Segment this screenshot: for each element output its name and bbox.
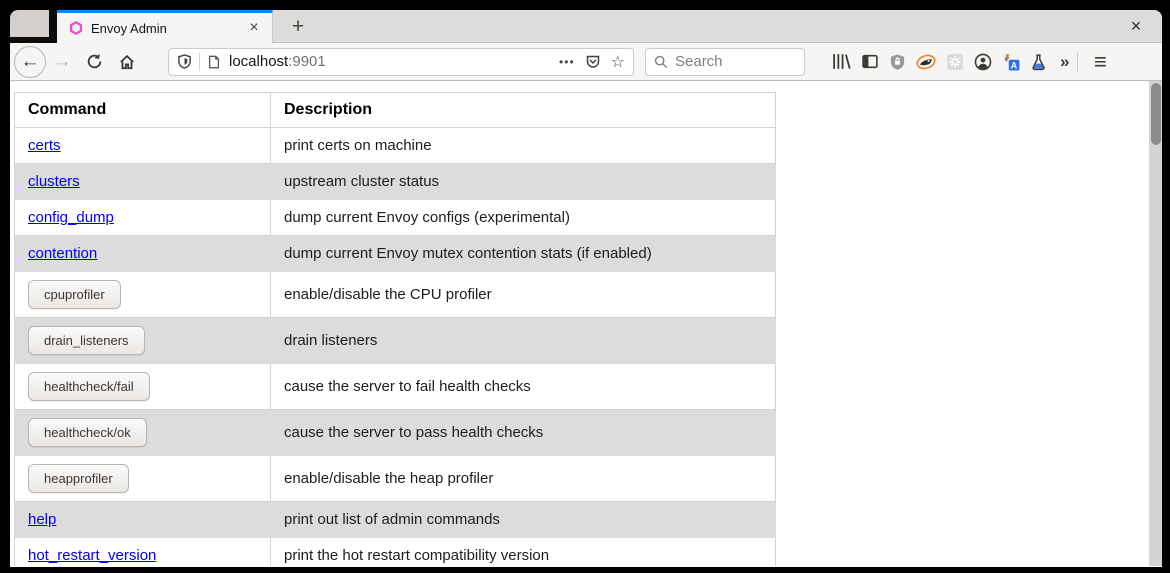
overflow-chevron-icon[interactable]: » [1060,52,1069,72]
url-host: localhost [229,53,288,70]
tab-title: Envoy Admin [91,21,244,36]
account-icon[interactable] [974,53,992,71]
badger-extension-icon[interactable] [916,53,936,71]
new-tab-button[interactable]: + [284,13,312,41]
tab-close-icon[interactable]: × [244,18,264,38]
table-row: contention dump current Envoy mutex conte… [15,236,776,272]
forward-button[interactable]: → [48,48,76,76]
table-row: config_dump dump current Envoy configs (e… [15,200,776,236]
table-row: hot_restart_version print the hot restart… [15,538,776,567]
command-cell: contention [15,236,271,272]
titlebar-spacer [10,10,49,37]
nav-toolbar: ← → localhost:9901 ••• ☆ [10,43,1162,81]
table-row: cpuprofiler enable/disable the CPU profil… [15,272,776,318]
description-cell: cause the server to pass health checks [271,410,776,456]
command-link[interactable]: config_dump [28,209,114,226]
command-button[interactable]: healthcheck/ok [28,418,147,447]
sidebar-icon[interactable] [861,53,879,70]
table-header-row: Command Description [15,93,776,128]
url-bar[interactable]: localhost:9901 ••• ☆ [168,48,634,76]
command-link[interactable]: clusters [28,173,80,190]
description-cell: enable/disable the heap profiler [271,456,776,502]
page-content: Command Description certs print certs on … [10,81,1162,566]
table-row: healthcheck/fail cause the server to fail… [15,364,776,410]
page-actions-icon[interactable]: ••• [559,55,575,69]
home-button[interactable] [112,47,142,77]
search-bar[interactable] [645,48,805,76]
description-cell: print the hot restart compatibility vers… [271,538,776,567]
table-row: drain_listeners drain listeners [15,318,776,364]
command-link[interactable]: contention [28,245,97,262]
url-text[interactable]: localhost:9901 [229,53,559,70]
description-cell: dump current Envoy mutex contention stat… [271,236,776,272]
envoy-favicon-icon [69,21,83,35]
command-cell: hot_restart_version [15,538,271,567]
description-cell: print out list of admin commands [271,502,776,538]
table-row: clusters upstream cluster status [15,164,776,200]
command-cell: help [15,502,271,538]
command-button[interactable]: drain_listeners [28,326,145,355]
admin-commands-table: Command Description certs print certs on … [14,92,776,566]
back-button[interactable]: ← [14,46,46,78]
vertical-scrollbar[interactable] [1149,81,1162,566]
command-cell: drain_listeners [15,318,271,364]
command-button[interactable]: healthcheck/fail [28,372,150,401]
description-cell: dump current Envoy configs (experimental… [271,200,776,236]
description-column-header: Description [271,93,776,128]
description-cell: drain listeners [271,318,776,364]
disabled-extension-icon[interactable] [946,53,964,71]
description-cell: print certs on machine [271,128,776,164]
page-icon [207,54,221,70]
command-cell: certs [15,128,271,164]
url-port: :9901 [288,53,326,70]
scrollbar-thumb[interactable] [1151,83,1161,145]
search-icon [654,55,668,69]
translate-extension-icon[interactable]: A [1002,53,1020,71]
flask-extension-icon[interactable] [1030,53,1047,71]
command-link[interactable]: hot_restart_version [28,547,156,564]
command-cell: config_dump [15,200,271,236]
description-cell: upstream cluster status [271,164,776,200]
table-row: heapprofiler enable/disable the heap prof… [15,456,776,502]
shield-lock-extension-icon[interactable] [889,53,906,71]
command-link[interactable]: help [28,511,56,528]
svg-text:A: A [1011,60,1018,70]
command-cell: healthcheck/fail [15,364,271,410]
library-icon[interactable] [832,53,851,70]
command-link[interactable]: certs [28,137,61,154]
command-cell: heapprofiler [15,456,271,502]
command-column-header: Command [15,93,271,128]
reload-button[interactable] [79,47,109,77]
command-cell: cpuprofiler [15,272,271,318]
search-input[interactable] [675,53,785,70]
command-cell: healthcheck/ok [15,410,271,456]
tab-envoy-admin[interactable]: Envoy Admin × [57,10,273,43]
tab-bar: Envoy Admin × + × [10,10,1162,43]
divider [1077,52,1078,72]
browser-window: Envoy Admin × + × ← → localhost:9901 ••• [10,10,1162,567]
table-row: certs print certs on machine [15,128,776,164]
description-cell: cause the server to fail health checks [271,364,776,410]
command-button[interactable]: cpuprofiler [28,280,121,309]
shield-permissions-icon[interactable] [177,53,192,70]
table-row: help print out list of admin commands [15,502,776,538]
command-cell: clusters [15,164,271,200]
hamburger-menu-icon[interactable]: ≡ [1086,49,1114,75]
window-close-icon[interactable]: × [1122,12,1150,40]
command-button[interactable]: heapprofiler [28,464,129,493]
table-row: healthcheck/ok cause the server to pass h… [15,410,776,456]
toolbar-extension-icons: A [827,53,1052,71]
pocket-icon[interactable] [585,53,601,70]
description-cell: enable/disable the CPU profiler [271,272,776,318]
divider [199,53,200,71]
bookmark-star-icon[interactable]: ☆ [611,52,625,72]
